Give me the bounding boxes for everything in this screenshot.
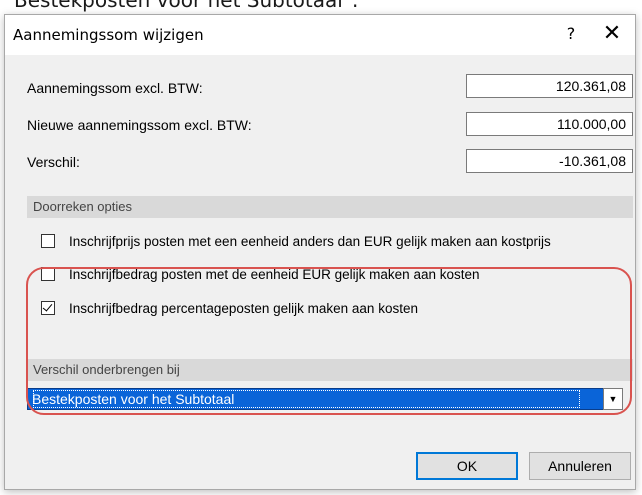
allocation-dropdown-value: Bestekposten voor het Subtotaal [32,389,581,409]
close-button[interactable]: ✕ [595,20,629,48]
option-checkbox-1-label: Inschrijfprijs posten met een eenheid an… [69,233,551,249]
option-checkbox-1[interactable] [41,234,55,248]
nieuwe-aannemingssom-field[interactable]: 110.000,00 [466,112,633,136]
option-checkbox-2[interactable] [41,267,55,281]
chevron-down-icon[interactable]: ▼ [603,388,623,410]
nieuwe-aannemingssom-label: Nieuwe aannemingssom excl. BTW: [27,117,252,133]
allocation-dropdown[interactable]: Bestekposten voor het Subtotaal ▼ [27,388,623,410]
cancel-button[interactable]: Annuleren [529,452,631,480]
option-checkbox-row-2[interactable]: Inschrijfbedrag posten met de eenheid EU… [41,264,480,284]
dialog-window: Aannemingssom wijzigen ? ✕ Aannemingssom… [4,14,636,490]
background-caption: Bestekposten voor het Subtotaal". [14,0,359,12]
option-checkbox-row-1[interactable]: Inschrijfprijs posten met een eenheid an… [41,231,551,251]
aannemingssom-label: Aannemingssom excl. BTW: [27,80,203,96]
aannemingssom-field[interactable]: 120.361,08 [466,74,633,98]
doorreken-opties-header: Doorreken opties [27,196,633,218]
dialog-title: Aannemingssom wijzigen [13,26,204,44]
dialog-titlebar: Aannemingssom wijzigen ? ✕ [5,15,635,55]
option-checkbox-3-label: Inschrijfbedrag percentageposten gelijk … [69,300,418,316]
option-checkbox-3[interactable] [41,301,55,315]
verschil-label: Verschil: [27,154,80,170]
option-checkbox-2-label: Inschrijfbedrag posten met de eenheid EU… [69,266,480,282]
verschil-field[interactable]: -10.361,08 [466,149,633,173]
verschil-onderbrengen-header: Verschil onderbrengen bij [27,359,633,381]
option-checkbox-row-3[interactable]: Inschrijfbedrag percentageposten gelijk … [41,298,418,318]
ok-button[interactable]: OK [416,452,518,480]
help-button[interactable]: ? [559,22,583,46]
